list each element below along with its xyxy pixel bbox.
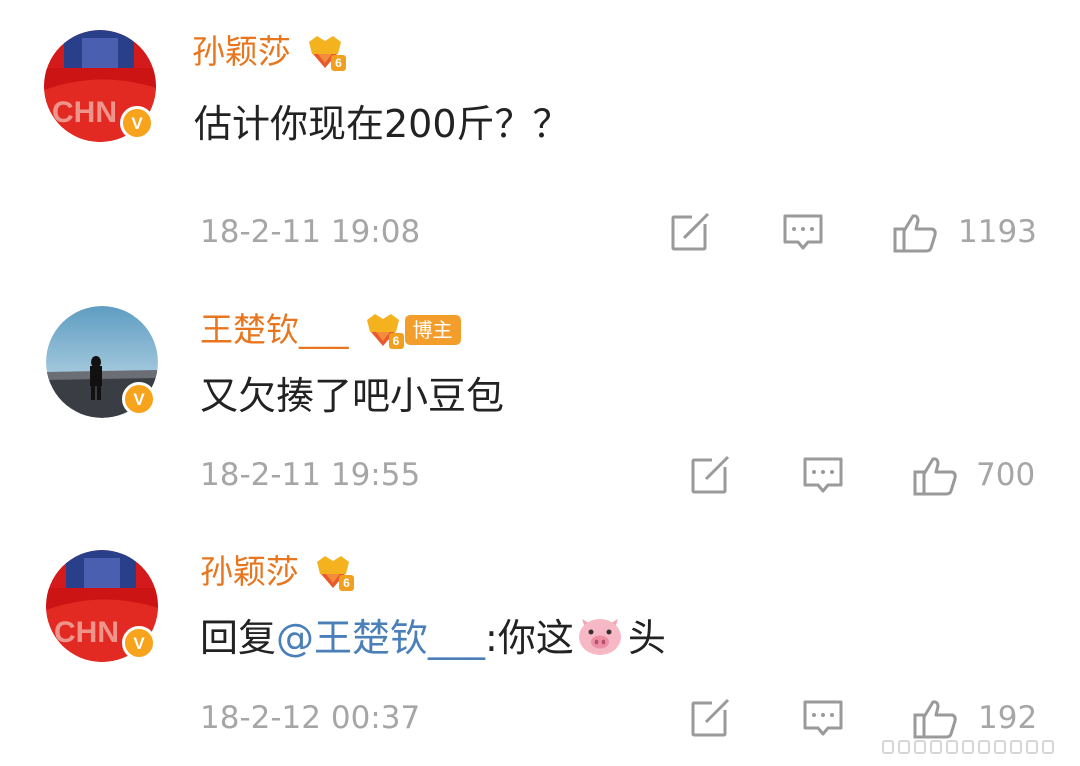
timestamp: 18-2-11 19:08 xyxy=(200,214,421,250)
comment-text: 估计你现在200斤？？ xyxy=(194,102,571,146)
avatar[interactable]: CHN V xyxy=(46,550,158,662)
timestamp: 18-2-12 00:37 xyxy=(200,700,421,736)
svg-text:CHN: CHN xyxy=(52,96,117,129)
mention-link[interactable]: @王楚钦___ xyxy=(276,616,485,660)
comment-text: 回复@王楚钦___:你这 头 xyxy=(200,612,666,664)
blogger-badge: 博主 xyxy=(404,315,461,345)
reply-text-end: 头 xyxy=(627,616,666,660)
name-row: 孙颖莎 6 xyxy=(200,550,354,594)
svg-text:CHN: CHN xyxy=(54,616,119,649)
crown-icon: 6 xyxy=(305,32,346,72)
repost-icon[interactable] xyxy=(690,455,732,499)
watermark-icon xyxy=(882,740,1054,754)
repost-icon[interactable] xyxy=(690,698,732,742)
comment-meta: 18-2-12 00:37 192 xyxy=(0,696,1080,740)
name-row: 王楚钦___ 6 博主 xyxy=(200,308,461,352)
comment-text: 又欠揍了吧小豆包 xyxy=(200,374,505,418)
avatar[interactable]: V xyxy=(46,306,158,418)
comment-meta: 18-2-11 19:08 1193 xyxy=(0,210,1080,254)
like-count: 1193 xyxy=(958,214,1037,250)
name-row: 孙颖莎 6 xyxy=(192,30,346,74)
like-count: 192 xyxy=(978,700,1038,736)
verified-v-icon: V xyxy=(120,106,154,140)
verified-v-icon: V xyxy=(122,382,156,416)
like-icon[interactable] xyxy=(892,212,938,258)
username[interactable]: 孙颖莎 xyxy=(192,30,291,74)
pig-face-emoji-icon xyxy=(578,619,621,655)
comment-icon[interactable] xyxy=(782,212,824,256)
repost-icon[interactable] xyxy=(670,212,712,256)
crown-icon: 6 xyxy=(363,310,404,350)
like-icon[interactable] xyxy=(912,455,958,501)
comment-icon[interactable] xyxy=(802,698,844,742)
crown-icon: 6 xyxy=(313,552,354,592)
comment-meta: 18-2-11 19:55 700 xyxy=(0,453,1080,497)
reply-prefix: 回复 xyxy=(200,616,277,660)
username[interactable]: 王楚钦___ xyxy=(200,308,349,352)
comment-icon[interactable] xyxy=(802,455,844,499)
verified-v-icon: V xyxy=(122,626,156,660)
like-count: 700 xyxy=(976,457,1036,493)
like-icon[interactable] xyxy=(912,698,958,744)
username[interactable]: 孙颖莎 xyxy=(200,550,299,594)
reply-text: :你这 xyxy=(485,616,574,660)
avatar[interactable]: CHN V xyxy=(44,30,156,142)
timestamp: 18-2-11 19:55 xyxy=(200,457,421,493)
